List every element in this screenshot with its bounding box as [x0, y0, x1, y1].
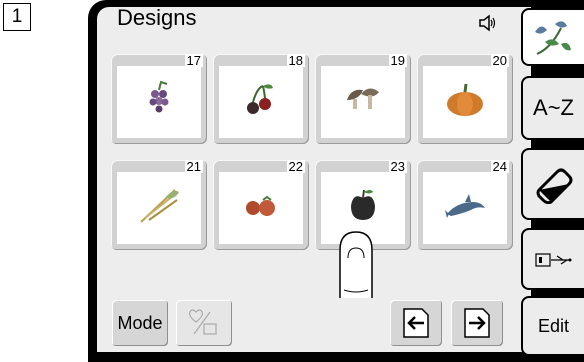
- design-18-button[interactable]: 18: [213, 54, 309, 144]
- tab-alphabet[interactable]: A~Z: [521, 76, 584, 140]
- design-number: 20: [490, 53, 509, 68]
- speaker-icon[interactable]: [477, 13, 497, 33]
- design-number: 18: [286, 53, 305, 68]
- pumpkin-icon: [447, 83, 483, 116]
- design-number: 24: [490, 159, 509, 174]
- design-19-button[interactable]: 19: [315, 54, 411, 144]
- design-17-button[interactable]: 17: [111, 54, 207, 144]
- design-number: 17: [184, 53, 203, 68]
- page-forward-icon: [464, 308, 490, 338]
- next-page-button[interactable]: [451, 300, 503, 346]
- usb-icon: [535, 253, 572, 267]
- tab-alphabet-label: A~Z: [533, 95, 574, 120]
- design-24-button[interactable]: 24: [417, 160, 513, 250]
- tomatoes-icon: [246, 195, 275, 216]
- finger-pointer-icon: [339, 231, 373, 298]
- step-number-box: 1: [3, 3, 31, 31]
- previous-page-button[interactable]: [390, 300, 442, 346]
- tab-eraser[interactable]: [521, 148, 584, 220]
- mushrooms-icon: [347, 88, 379, 109]
- tab-edit[interactable]: Edit: [521, 296, 584, 356]
- apple-icon: [351, 189, 375, 220]
- heart-recall-icon: [189, 309, 217, 335]
- design-number: 19: [388, 53, 407, 68]
- favorite-recall-button[interactable]: [176, 300, 232, 346]
- tab-designs[interactable]: [521, 8, 584, 66]
- design-20-button[interactable]: 20: [417, 54, 513, 144]
- flower-design-icon: [535, 21, 571, 55]
- cherries-icon: [247, 84, 273, 114]
- eraser-icon: [536, 168, 573, 204]
- dolphin-icon: [445, 194, 485, 218]
- tab-edit-label: Edit: [537, 316, 570, 336]
- page-title: Designs: [117, 5, 197, 30]
- design-number: 21: [184, 159, 203, 174]
- design-21-button[interactable]: 21: [111, 160, 207, 250]
- design-number: 23: [388, 159, 407, 174]
- design-number: 22: [286, 159, 305, 174]
- tab-usb[interactable]: [521, 228, 584, 290]
- page-back-icon: [403, 308, 429, 338]
- mode-button[interactable]: Mode: [112, 300, 168, 346]
- wheat-icon: [140, 189, 179, 223]
- design-22-button[interactable]: 22: [213, 160, 309, 250]
- grapes-icon: [149, 80, 169, 113]
